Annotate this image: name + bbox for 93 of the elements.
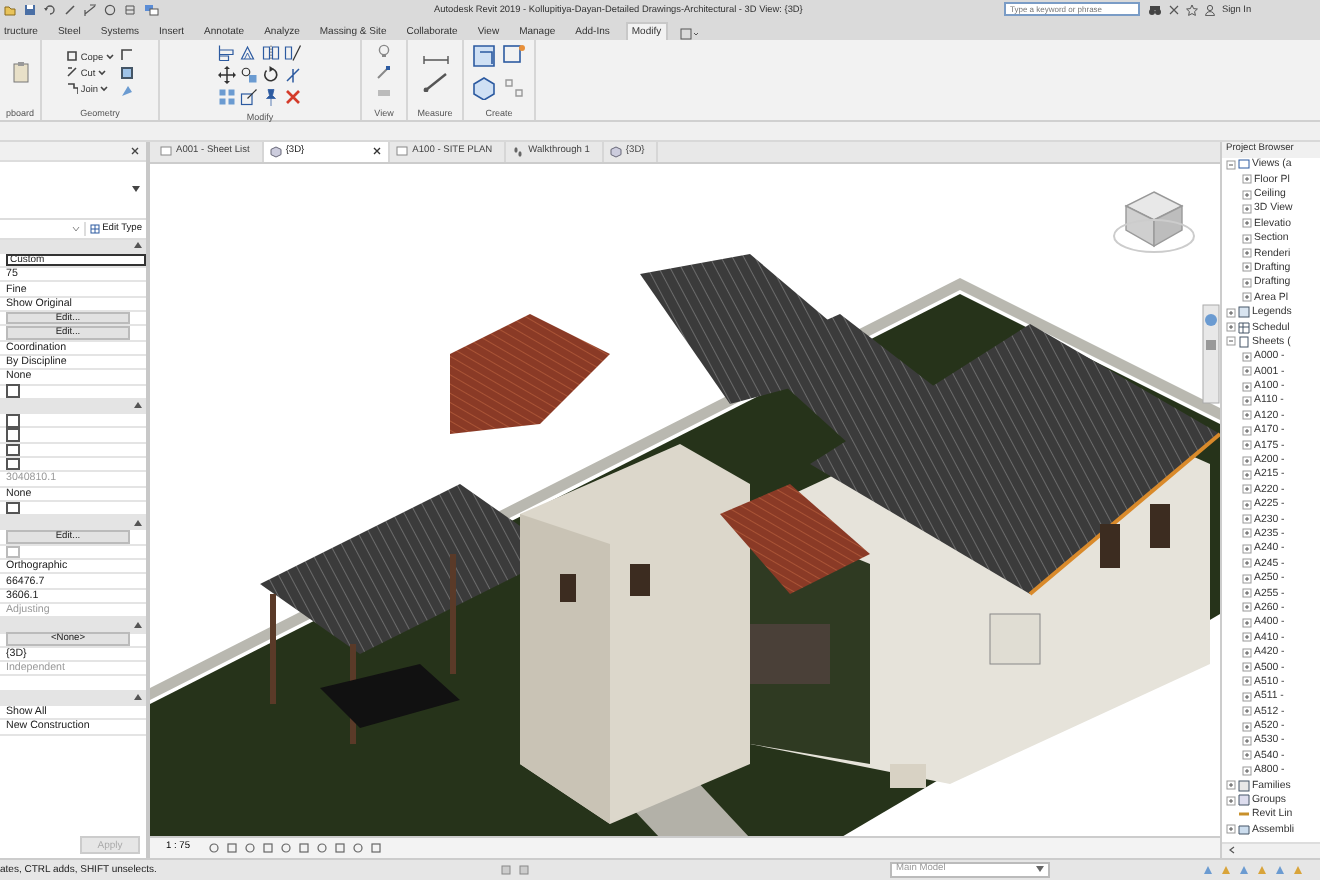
scale-icon[interactable] <box>240 87 258 106</box>
expand-toggle-icon[interactable] <box>1242 381 1252 392</box>
expand-toggle-icon[interactable] <box>1242 440 1252 451</box>
expand-toggle-icon[interactable] <box>1242 617 1252 628</box>
expand-toggle-icon[interactable] <box>1242 602 1252 613</box>
dimension-icon[interactable] <box>84 3 96 16</box>
expand-toggle-icon[interactable] <box>1242 543 1252 554</box>
checkbox[interactable] <box>6 414 19 427</box>
save-icon[interactable] <box>24 3 36 16</box>
expand-toggle-icon[interactable] <box>1242 174 1252 185</box>
paintbrush-icon[interactable] <box>376 64 392 81</box>
create-parts-icon[interactable] <box>472 76 496 101</box>
caret-icon <box>1036 866 1044 873</box>
expand-toggle-icon[interactable] <box>1242 425 1252 436</box>
delete-icon[interactable] <box>284 87 302 106</box>
expand-toggle-icon[interactable] <box>1242 189 1252 199</box>
expand-toggle-icon[interactable] <box>1226 322 1236 333</box>
expand-toggle-icon[interactable] <box>1242 292 1252 303</box>
collapse-icon[interactable] <box>134 694 142 701</box>
expand-toggle-icon[interactable] <box>1242 233 1252 244</box>
collapse-icon[interactable] <box>134 519 142 526</box>
create-group-icon[interactable] <box>472 44 496 69</box>
collapse-icon[interactable] <box>134 621 142 628</box>
sheet-icon <box>160 145 172 158</box>
undo-icon[interactable] <box>44 3 56 16</box>
mirror-draw-icon[interactable] <box>284 43 302 62</box>
expand-toggle-icon[interactable] <box>1242 588 1252 599</box>
star-icon[interactable] <box>1186 3 1198 16</box>
expand-toggle-icon[interactable] <box>1242 558 1252 569</box>
paste-icon[interactable] <box>11 60 29 85</box>
lightbulb-icon[interactable] <box>376 44 392 61</box>
checkbox[interactable] <box>6 384 19 398</box>
pin-icon[interactable] <box>262 87 280 106</box>
switch-windows-icon[interactable] <box>144 3 162 16</box>
checkbox[interactable] <box>6 428 19 442</box>
expand-toggle-icon[interactable] <box>1242 469 1252 480</box>
user-icon[interactable] <box>1204 3 1216 16</box>
rotate-icon[interactable] <box>262 65 280 84</box>
expand-toggle-icon[interactable] <box>1226 336 1236 347</box>
copy-icon[interactable] <box>240 65 258 84</box>
expand-toggle-icon[interactable] <box>1242 706 1252 717</box>
dimension-icon[interactable] <box>421 52 449 69</box>
collapse-icon[interactable] <box>134 402 142 409</box>
expand-toggle-icon[interactable] <box>1242 351 1252 362</box>
expand-toggle-icon[interactable] <box>1242 676 1252 687</box>
expand-toggle-icon[interactable] <box>1242 765 1252 776</box>
expand-toggle-icon[interactable] <box>1242 647 1252 658</box>
expand-toggle-icon[interactable] <box>1242 277 1252 288</box>
trim-icon[interactable] <box>284 65 302 84</box>
scroll-left-icon[interactable] <box>1228 846 1236 855</box>
edit-type-icon <box>90 223 101 234</box>
move-icon[interactable] <box>218 65 236 84</box>
pencil-icon[interactable] <box>64 3 76 16</box>
expand-toggle-icon[interactable] <box>1226 824 1236 835</box>
expand-toggle-icon[interactable] <box>1242 514 1252 525</box>
expand-toggle-icon[interactable] <box>1226 307 1236 318</box>
expand-toggle-icon[interactable] <box>1242 455 1252 466</box>
split-face-icon[interactable] <box>119 65 134 80</box>
expand-toggle-icon[interactable] <box>1242 750 1252 761</box>
collapse-icon[interactable] <box>134 242 142 249</box>
close-icon[interactable] <box>130 145 140 156</box>
mirror-icon[interactable] <box>262 43 280 62</box>
expand-toggle-icon[interactable] <box>1242 484 1252 495</box>
expand-toggle-icon[interactable] <box>1226 795 1236 806</box>
expand-toggle-icon[interactable] <box>1242 721 1252 732</box>
expand-toggle-icon[interactable] <box>1242 218 1252 229</box>
navigation-bar-icon[interactable] <box>1202 303 1220 404</box>
expand-toggle-icon[interactable] <box>1242 262 1252 273</box>
binoculars-icon[interactable] <box>1148 3 1162 16</box>
expand-toggle-icon[interactable] <box>1242 662 1252 672</box>
expand-toggle-icon[interactable] <box>1242 573 1252 584</box>
expand-toggle-icon[interactable] <box>1242 366 1252 377</box>
close-icon[interactable] <box>372 146 383 157</box>
expand-toggle-icon[interactable] <box>1242 248 1252 259</box>
measure-icon[interactable] <box>421 72 449 93</box>
expand-toggle-icon[interactable] <box>1242 395 1252 406</box>
footsteps-icon <box>512 145 525 158</box>
expand-toggle-icon[interactable] <box>1242 203 1252 214</box>
expand-toggle-icon[interactable] <box>1242 410 1252 421</box>
expand-toggle-icon[interactable] <box>1226 780 1236 791</box>
expand-toggle-icon[interactable] <box>1226 159 1236 170</box>
wall-joins-icon[interactable] <box>119 47 134 62</box>
expand-toggle-icon[interactable] <box>1242 499 1252 510</box>
create-assembly-icon[interactable] <box>502 44 526 69</box>
offset-icon[interactable] <box>240 43 258 62</box>
panel-toggle-icon[interactable] <box>679 27 698 40</box>
caret-icon[interactable] <box>132 186 140 193</box>
expand-toggle-icon[interactable] <box>1242 528 1252 539</box>
align-icon[interactable] <box>218 43 236 62</box>
sheet-icon <box>396 145 409 158</box>
expand-toggle-icon[interactable] <box>1242 691 1252 702</box>
expand-toggle-icon[interactable] <box>1242 735 1252 746</box>
expand-toggle-icon[interactable] <box>1242 632 1252 643</box>
